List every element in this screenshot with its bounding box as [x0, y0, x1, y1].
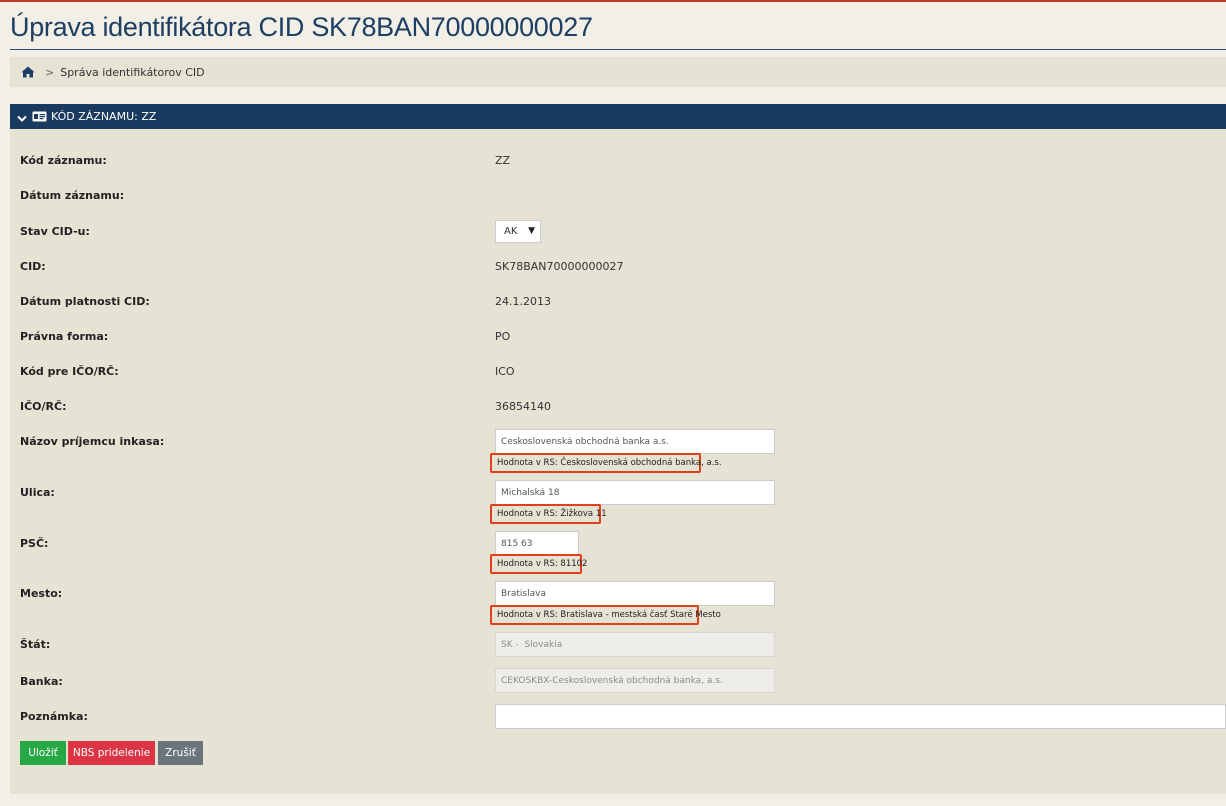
label-poznamka: Poznámka:: [20, 710, 88, 723]
chevron-down-icon[interactable]: [17, 113, 27, 122]
cancel-button[interactable]: Zrušiť: [158, 741, 203, 765]
label-cid: CID:: [20, 260, 46, 273]
label-ulica: Ulica:: [20, 486, 55, 499]
label-kod-zaznamu: Kód záznamu:: [20, 154, 107, 167]
label-pravna-forma: Právna forma:: [20, 330, 109, 343]
value-datum-platnosti: 24.1.2013: [495, 295, 551, 308]
stat-input: [495, 632, 775, 657]
home-icon[interactable]: [21, 66, 35, 78]
stav-cid-selected: AK: [504, 226, 518, 237]
label-stav-cid: Stav CID-u:: [20, 225, 90, 238]
label-nazov: Názov príjemcu inkasa:: [20, 435, 165, 448]
nbs-assign-button[interactable]: NBS pridelenie: [68, 741, 155, 765]
rs-hint-ulica: Hodnota v RS: Žižkova 11: [490, 504, 607, 524]
label-ico: IČO/RČ:: [20, 400, 67, 413]
poznamka-input[interactable]: [495, 704, 1226, 729]
breadcrumb: > Správa identifikátorov CID: [10, 57, 1226, 87]
banka-input: [495, 668, 775, 693]
value-pravna-forma: PO: [495, 330, 511, 343]
id-card-icon: [32, 111, 47, 122]
save-button[interactable]: Uložiť: [20, 741, 66, 765]
label-datum-zaznamu: Dátum záznamu:: [20, 189, 125, 202]
top-accent-line: [0, 0, 1226, 2]
record-form: Kód záznamu: ZZ Dátum záznamu: Stav CID-…: [10, 129, 1226, 794]
label-mesto: Mesto:: [20, 587, 63, 600]
page-title: Úprava identifikátora CID SK78BAN7000000…: [10, 12, 593, 42]
rs-hint-mesto: Hodnota v RS: Bratislava - mestská časť …: [490, 605, 721, 625]
breadcrumb-item-current[interactable]: Správa identifikátorov CID: [60, 66, 204, 79]
label-stat: Štát:: [20, 638, 51, 651]
caret-down-icon: ▼: [528, 226, 535, 236]
title-divider: [10, 49, 1226, 50]
panel-title: KÓD ZÁZNAMU: ZZ: [51, 110, 157, 123]
value-kod-ico: ICO: [495, 365, 515, 378]
stav-cid-select[interactable]: AK ▼: [495, 220, 541, 243]
breadcrumb-separator: >: [45, 65, 55, 79]
psc-input[interactable]: [495, 531, 579, 556]
ulica-input[interactable]: [495, 480, 775, 505]
mesto-input[interactable]: [495, 581, 775, 606]
label-banka: Banka:: [20, 675, 63, 688]
label-psc: PSČ:: [20, 537, 49, 550]
nazov-input[interactable]: [495, 429, 775, 454]
value-ico: 36854140: [495, 400, 551, 413]
rs-hint-psc: Hodnota v RS: 81102: [490, 554, 587, 574]
panel-header[interactable]: KÓD ZÁZNAMU: ZZ: [10, 104, 1226, 129]
value-kod-zaznamu: ZZ: [495, 154, 511, 167]
label-datum-platnosti: Dátum platnosti CID:: [20, 295, 150, 308]
value-cid: SK78BAN70000000027: [495, 260, 624, 273]
label-kod-ico: Kód pre IČO/RČ:: [20, 365, 119, 378]
rs-hint-nazov: Hodnota v RS: Československá obchodná ba…: [490, 453, 722, 473]
